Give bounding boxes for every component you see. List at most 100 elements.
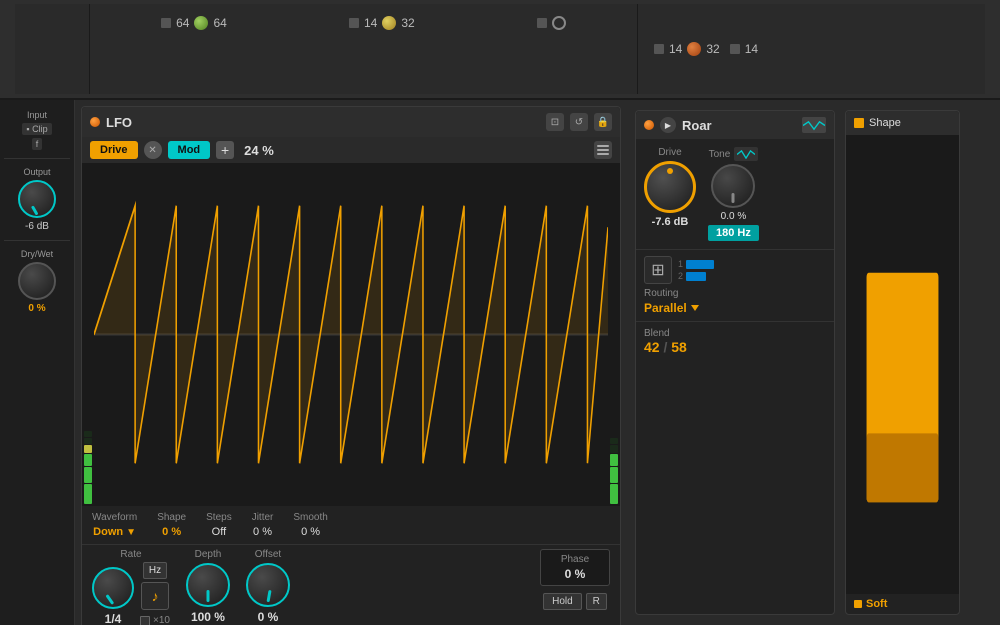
mod-button[interactable]: Mod: [168, 141, 211, 159]
depth-group: Depth 100 %: [186, 549, 230, 624]
bars-section: 1 2: [678, 259, 714, 281]
blend-values: 42 / 58: [644, 339, 826, 355]
roar-hz-value[interactable]: 180 Hz: [708, 225, 759, 241]
clip-badge: ▪ Clip: [22, 123, 51, 135]
percent-value: 24 %: [244, 143, 588, 158]
rate-knob[interactable]: [92, 567, 134, 609]
depth-knob[interactable]: [186, 563, 230, 607]
roar-drive-label: Drive: [658, 147, 681, 158]
clip-value: f: [32, 138, 43, 150]
bar-num-1: 1: [678, 259, 683, 269]
x-button[interactable]: ✕: [144, 141, 162, 159]
bar-row-1: 1: [678, 259, 714, 269]
steps-value: Off: [212, 526, 226, 538]
lfo-icon-1[interactable]: ⊡: [546, 113, 564, 131]
lfo-title: LFO: [106, 115, 540, 130]
smooth-group: Smooth 0 %: [293, 512, 327, 538]
hz-label: Hz: [149, 565, 161, 576]
track-num7: 14: [745, 42, 758, 56]
roar-play-button[interactable]: ▶: [660, 117, 676, 133]
routing-value[interactable]: Parallel: [644, 301, 699, 315]
blend-2: 58: [671, 339, 687, 355]
steps-group: Steps Off: [206, 512, 232, 538]
bar-fill-1: [686, 260, 714, 269]
lfo-panel: LFO ⊡ ↺ 🔒 Drive ✕ Mod + 24 %: [81, 106, 621, 625]
depth-value: 100 %: [191, 610, 225, 624]
list-icon[interactable]: [594, 141, 612, 159]
hold-r-row: Hold R: [543, 593, 607, 610]
bar-num-2: 2: [678, 271, 683, 281]
jitter-label: Jitter: [252, 512, 274, 523]
vu-left: [82, 163, 94, 506]
roar-tone-knob[interactable]: [711, 164, 755, 208]
lfo-icon-3[interactable]: 🔒: [594, 113, 612, 131]
track-cell-5[interactable]: 14: [730, 42, 758, 56]
shape-display[interactable]: [846, 135, 959, 594]
track-num6: 32: [706, 42, 719, 56]
roar-panel: ▶ Roar Drive: [635, 110, 835, 615]
output-knob[interactable]: [18, 180, 56, 218]
smooth-label: Smooth: [293, 512, 327, 523]
x10-checkbox[interactable]: [140, 616, 150, 625]
track-sq: [654, 44, 664, 54]
waveform-arrow[interactable]: ▼: [126, 527, 136, 538]
hold-button[interactable]: Hold: [543, 593, 582, 610]
routing-value-text: Parallel: [644, 301, 687, 315]
shape-footer: Soft: [846, 594, 959, 614]
lfo-icon-2[interactable]: ↺: [570, 113, 588, 131]
track-dot-empty: [552, 16, 566, 30]
track-sq: [349, 18, 359, 28]
shape-label: Shape: [157, 512, 186, 523]
hz-badge[interactable]: Hz: [143, 562, 167, 579]
offset-group: Offset 0 %: [246, 549, 290, 624]
waveform-label: Waveform: [92, 512, 137, 523]
roar-routing-row: ⊞ 1 2: [636, 249, 834, 321]
input-label: Input: [27, 110, 47, 120]
track-cell-2[interactable]: 14 32: [349, 16, 415, 30]
drywet-knob[interactable]: [18, 262, 56, 300]
shape-value: Soft: [866, 598, 887, 610]
waveform-area: [82, 163, 620, 506]
drywet-value: 0 %: [28, 303, 45, 314]
track-cell-1[interactable]: 64 64: [161, 16, 227, 30]
offset-value: 0 %: [258, 610, 279, 624]
track-dot-orange: [687, 42, 701, 56]
track-sq: [730, 44, 740, 54]
r-button[interactable]: R: [586, 593, 607, 610]
bar-fill-2: [686, 272, 706, 281]
rate-label: Rate: [120, 549, 141, 560]
roar-power-dot[interactable]: [644, 120, 654, 130]
waveform-group: Waveform Down ▼: [92, 512, 137, 538]
blend-section: Blend 42 / 58: [636, 321, 834, 361]
roar-drive-knob[interactable]: [644, 161, 696, 213]
track-cell-3[interactable]: [537, 16, 566, 30]
routing-dropdown-arrow[interactable]: [691, 305, 699, 311]
shape-header: Shape: [846, 111, 959, 135]
tone-wave-icon[interactable]: [734, 147, 758, 161]
lfo-power-dot[interactable]: [90, 117, 100, 127]
waveform-display[interactable]: [94, 163, 608, 506]
x10-label: ×10: [153, 615, 170, 625]
steps-label: Steps: [206, 512, 232, 523]
phase-box: Phase 0 %: [540, 549, 610, 586]
vu-right: [608, 163, 620, 506]
plus-button[interactable]: +: [216, 141, 234, 159]
bottom-controls: Rate 1/4 Hz: [82, 544, 620, 625]
track-cell-4[interactable]: 14 32: [654, 42, 720, 56]
track-num5: 14: [669, 42, 682, 56]
roar-header: ▶ Roar: [636, 111, 834, 139]
phase-value: 0 %: [549, 567, 601, 581]
offset-knob[interactable]: [246, 563, 290, 607]
left-sidebar: Input ▪ Clip f Output -6 dB Dry/Wet 0 %: [0, 100, 75, 625]
jitter-value: 0 %: [253, 526, 272, 538]
roar-tone-value: 0.0 %: [721, 211, 747, 222]
mod-bar: Drive ✕ Mod + 24 %: [82, 137, 620, 163]
output-label: Output: [23, 167, 50, 177]
waveform-controls: Waveform Down ▼ Shape 0 % Steps Off Jitt…: [82, 506, 620, 544]
track-num: 64: [176, 16, 189, 30]
offset-label: Offset: [255, 549, 282, 560]
bar-row-2: 2: [678, 271, 714, 281]
shape-footer-sq: [854, 600, 862, 608]
note-display[interactable]: ♪: [141, 582, 169, 610]
drive-button[interactable]: Drive: [90, 141, 138, 159]
